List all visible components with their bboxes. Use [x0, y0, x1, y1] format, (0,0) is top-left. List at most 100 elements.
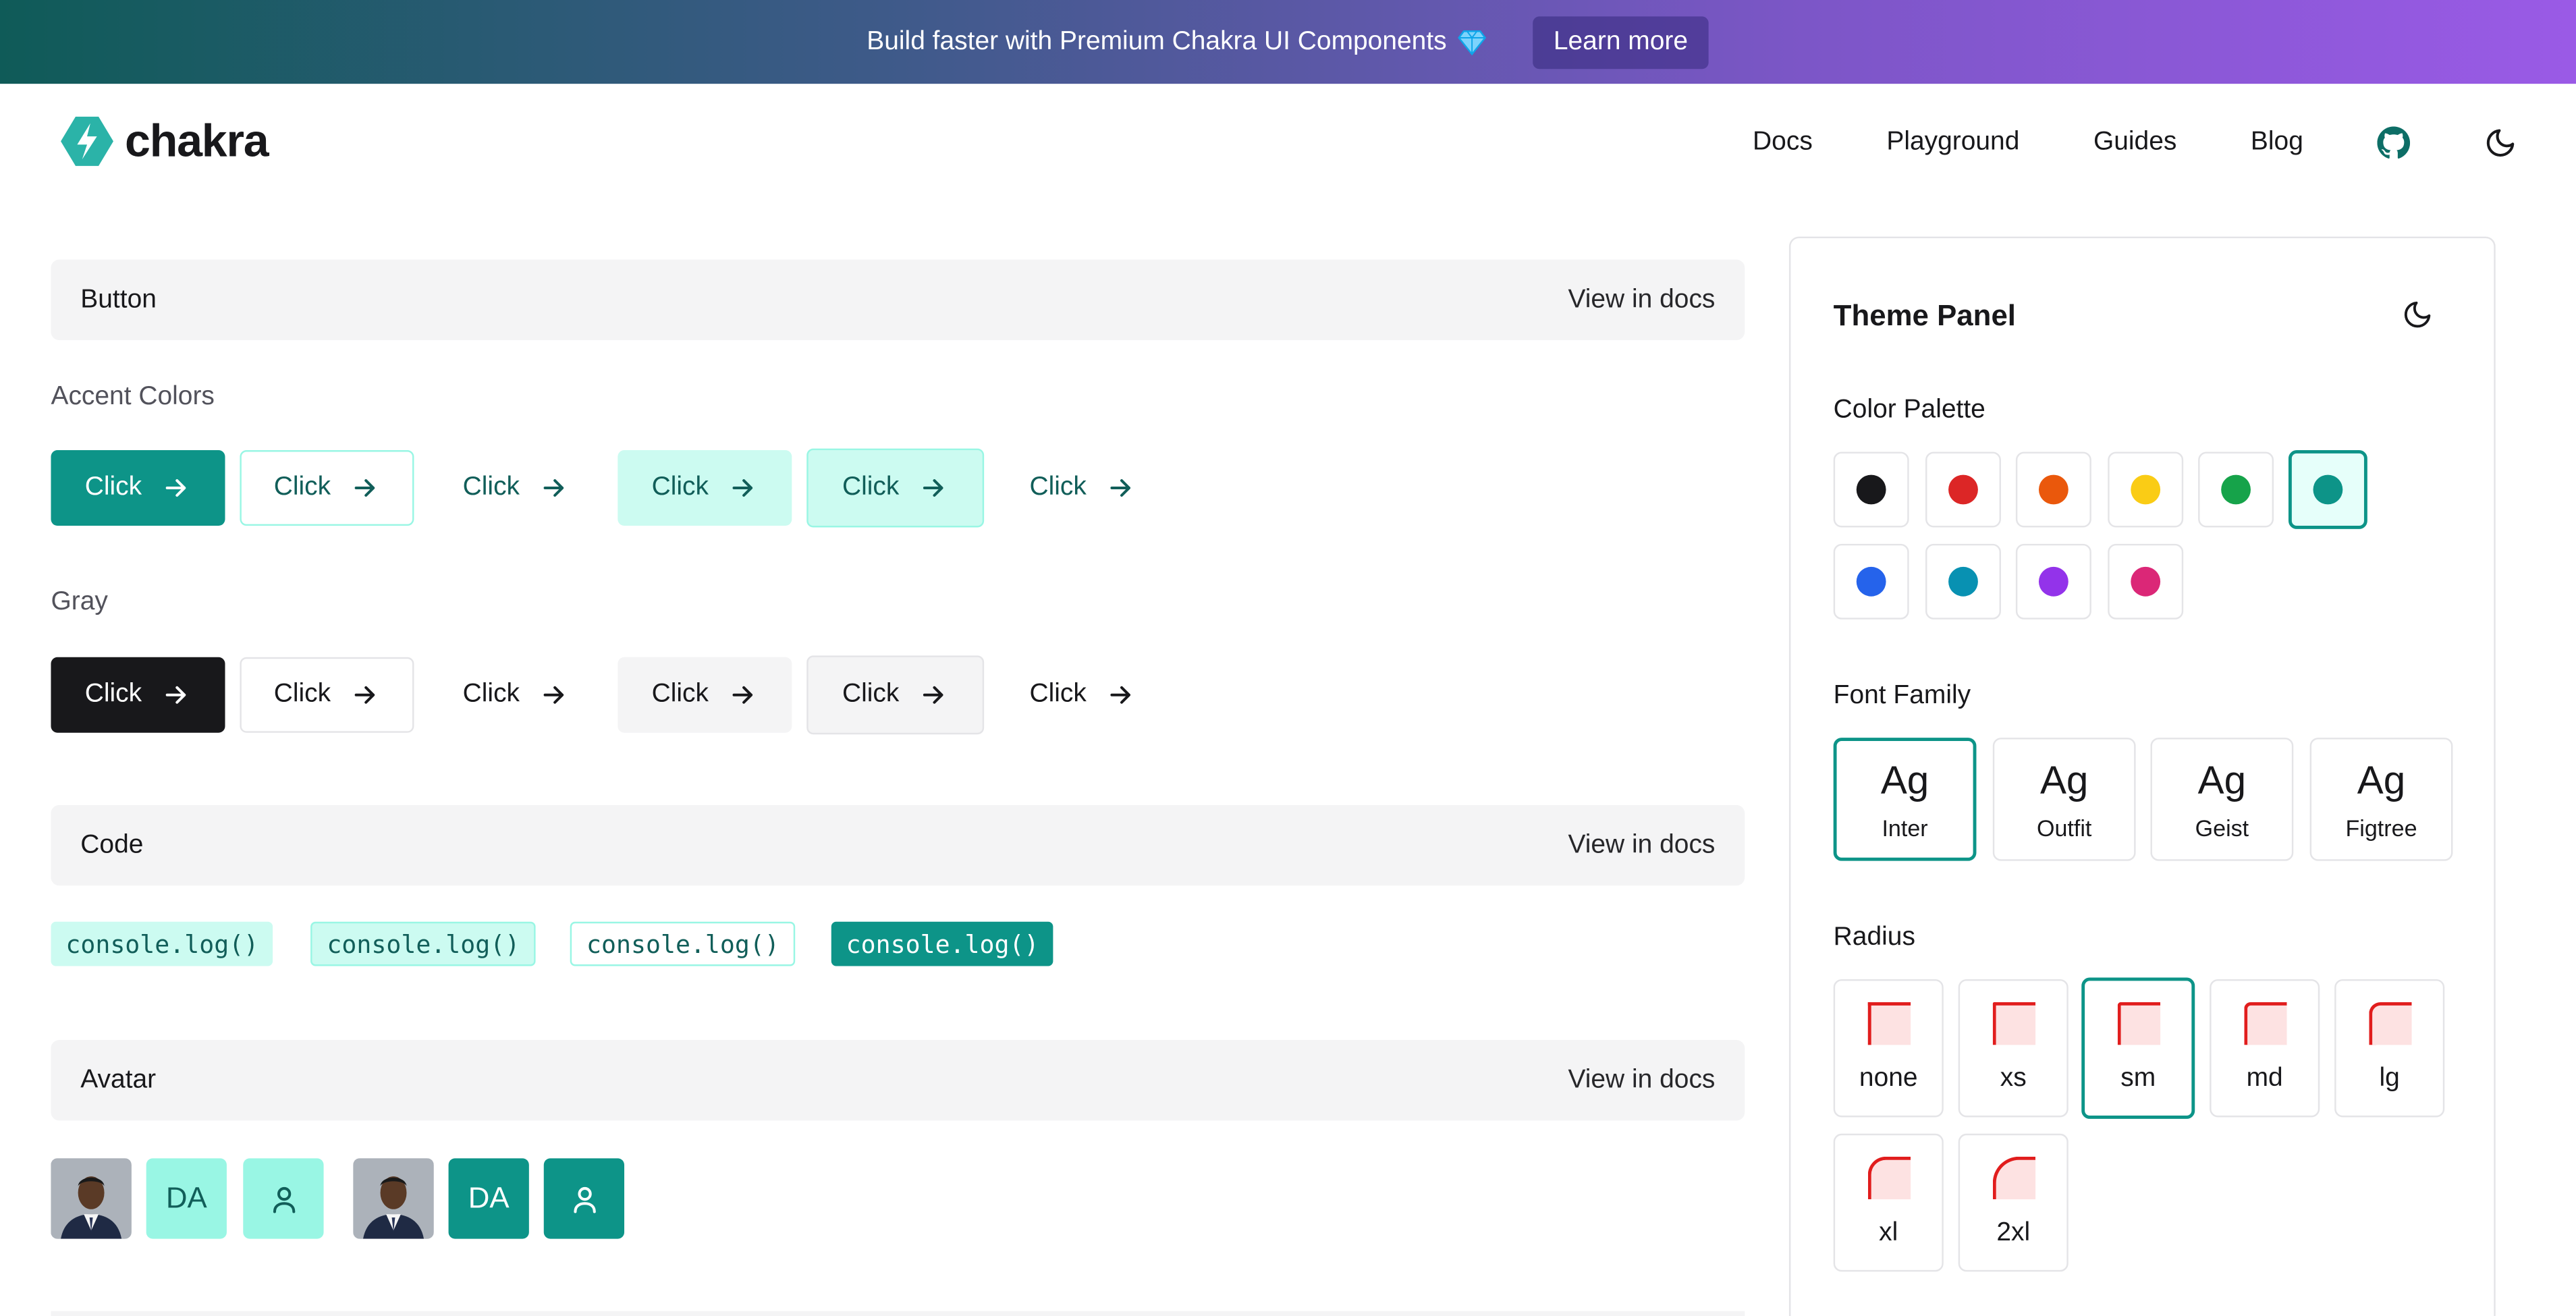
font-sample: Ag: [2039, 758, 2089, 803]
radius-name: sm: [2120, 1064, 2156, 1093]
button-label: Click: [1029, 680, 1087, 709]
avatar-photo: [353, 1158, 434, 1239]
radius-name: 2xl: [1996, 1219, 2031, 1247]
nav-playground[interactable]: Playground: [1886, 128, 2019, 158]
section-title: Code: [80, 830, 144, 859]
radius-name: xs: [2000, 1064, 2027, 1093]
accent-subtle-button[interactable]: Click: [618, 450, 792, 526]
arrow-right-icon: [355, 686, 376, 704]
accent-ghost-button[interactable]: Click: [429, 450, 603, 526]
color-swatch-black[interactable]: [1833, 451, 1909, 528]
color-dot: [1856, 474, 1886, 505]
arrow-right-icon: [166, 479, 187, 497]
color-dot: [1948, 566, 1978, 597]
gray-surface-button[interactable]: Click: [806, 655, 985, 735]
color-swatch-pink[interactable]: [2108, 543, 2184, 620]
nav-docs[interactable]: Docs: [1753, 128, 1813, 158]
font-name: Outfit: [2036, 814, 2092, 841]
gray-outline-button[interactable]: Click: [240, 657, 414, 733]
theme-panel: Theme Panel Color Palette Font Family Ag…: [1788, 236, 2496, 1316]
radius-option-xl[interactable]: xl: [1833, 1133, 1944, 1272]
user-icon: [573, 1186, 595, 1213]
gray-solid-button[interactable]: Click: [51, 657, 225, 733]
button-label: Click: [462, 680, 520, 709]
color-palette-label: Color Palette: [1833, 395, 1985, 424]
radius-option-xs[interactable]: xs: [1958, 979, 2068, 1118]
color-swatch-red[interactable]: [1925, 451, 2001, 528]
color-swatch-blue[interactable]: [1833, 543, 1909, 620]
nav-guides[interactable]: Guides: [2093, 128, 2176, 158]
github-icon[interactable]: [2377, 126, 2411, 159]
radius-option-lg[interactable]: lg: [2334, 979, 2445, 1118]
next-section-edge: [51, 1311, 1745, 1316]
arrow-right-icon: [733, 479, 753, 497]
section-title: Avatar: [80, 1065, 157, 1094]
view-in-docs-link[interactable]: View in docs: [1568, 1066, 1715, 1095]
nav-blog[interactable]: Blog: [2251, 128, 2303, 158]
panel-title: Theme Panel: [1833, 299, 2017, 332]
color-swatch-cyan[interactable]: [1925, 543, 2001, 620]
accent-colors-label: Accent Colors: [51, 383, 215, 411]
gray-subtle-button[interactable]: Click: [618, 657, 792, 733]
color-swatch-yellow[interactable]: [2108, 451, 2184, 528]
gray-ghost-button[interactable]: Click: [429, 657, 603, 733]
arrow-right-icon: [1111, 686, 1131, 704]
radius-preview: [1867, 1002, 1910, 1045]
accent-surface-button[interactable]: Click: [806, 448, 985, 528]
accent-solid-button[interactable]: Click: [51, 450, 225, 526]
person-photo: [353, 1158, 434, 1239]
font-name: Inter: [1882, 814, 1928, 841]
accent-outline-button[interactable]: Click: [240, 450, 414, 526]
button-label: Click: [273, 473, 331, 501]
button-section-header: Button View in docs: [51, 259, 1745, 340]
color-dot: [2038, 566, 2068, 597]
accent-plain-button[interactable]: Click: [995, 450, 1170, 526]
button-label: Click: [273, 680, 331, 709]
font-option-inter[interactable]: Ag Inter: [1833, 738, 1977, 861]
gray-plain-button[interactable]: Click: [995, 657, 1170, 733]
font-name: Figtree: [2345, 814, 2417, 841]
font-option-geist[interactable]: Ag Geist: [2150, 738, 2294, 861]
promo-banner: Build faster with Premium Chakra UI Comp…: [0, 0, 2576, 84]
view-in-docs-link[interactable]: View in docs: [1568, 831, 1715, 860]
radius-preview: [2243, 1002, 2286, 1045]
avatar-section-header: Avatar View in docs: [51, 1040, 1745, 1121]
color-dot: [1856, 566, 1886, 597]
button-label: Click: [1029, 473, 1087, 501]
button-label: Click: [651, 473, 709, 501]
radius-option-sm[interactable]: sm: [2081, 977, 2195, 1119]
color-swatch-purple[interactable]: [2015, 543, 2091, 620]
color-dot: [2313, 474, 2343, 505]
radius-name: none: [1859, 1064, 1918, 1093]
view-in-docs-link[interactable]: View in docs: [1568, 285, 1715, 314]
code-subtle: console.log(): [51, 921, 274, 966]
color-swatch-teal[interactable]: [2288, 450, 2367, 529]
font-sample: Ag: [2197, 758, 2247, 803]
chakra-logo[interactable]: chakra: [59, 113, 269, 169]
arrow-right-icon: [544, 479, 564, 497]
radius-option-2xl[interactable]: 2xl: [1958, 1133, 2068, 1272]
avatar-fallback-subtle: [243, 1158, 324, 1239]
learn-more-button[interactable]: Learn more: [1532, 16, 1709, 69]
banner-text: Build faster with Premium Chakra UI Comp…: [867, 27, 1447, 55]
arrow-right-icon: [923, 686, 944, 704]
radius-option-md[interactable]: md: [2210, 979, 2320, 1118]
moon-icon[interactable]: [2402, 299, 2433, 338]
button-label: Click: [462, 473, 520, 501]
chakra-logo-icon: [61, 116, 113, 166]
radius-option-none[interactable]: none: [1833, 979, 1944, 1118]
arrow-right-icon: [923, 479, 944, 497]
radius-label: Radius: [1833, 923, 1915, 952]
color-swatch-orange[interactable]: [2015, 451, 2091, 528]
site-header: chakra Docs Playground Guides Blog: [0, 84, 2576, 202]
avatar-initials-subtle: DA: [146, 1158, 227, 1239]
font-option-outfit[interactable]: Ag Outfit: [1992, 738, 2136, 861]
arrow-right-icon: [733, 686, 753, 704]
moon-icon[interactable]: [2484, 126, 2517, 159]
radius-name: lg: [2379, 1064, 2400, 1093]
font-option-figtree[interactable]: Ag Figtree: [2309, 738, 2453, 861]
font-sample: Ag: [1880, 758, 1929, 803]
avatar-fallback-solid: [543, 1158, 625, 1239]
color-swatch-green[interactable]: [2198, 451, 2274, 528]
radius-preview: [1992, 1156, 2035, 1200]
